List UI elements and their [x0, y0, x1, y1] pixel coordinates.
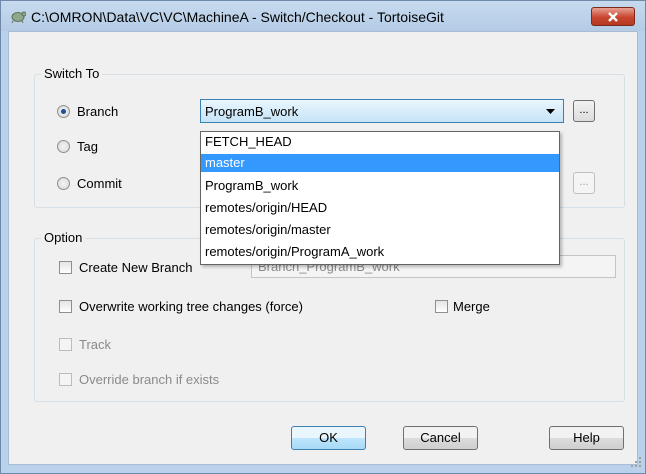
commit-radio[interactable] [57, 177, 70, 190]
commit-radio-label[interactable]: Commit [77, 176, 122, 191]
branch-dropdown-list: FETCH_HEAD master ProgramB_work remotes/… [200, 131, 560, 265]
title-bar[interactable]: C:\OMRON\Data\VC\VC\MachineA - Switch/Ch… [1, 1, 645, 31]
branch-radio-label[interactable]: Branch [77, 104, 118, 119]
option-group-label: Option [41, 230, 86, 245]
tag-radio-label[interactable]: Tag [77, 139, 98, 154]
override-label[interactable]: Override branch if exists [79, 372, 219, 387]
overwrite-label[interactable]: Overwrite working tree changes (force) [79, 299, 303, 314]
window-title: C:\OMRON\Data\VC\VC\MachineA - Switch/Ch… [31, 9, 444, 25]
track-checkbox[interactable] [59, 338, 72, 351]
branch-browse-button[interactable]: ... [573, 100, 595, 122]
dropdown-item[interactable]: remotes/origin/HEAD [201, 199, 559, 217]
track-label[interactable]: Track [79, 337, 111, 352]
merge-checkbox[interactable] [435, 300, 448, 313]
help-button[interactable]: Help [549, 426, 624, 450]
close-button[interactable] [591, 7, 635, 26]
tag-radio[interactable] [57, 140, 70, 153]
dropdown-item[interactable]: FETCH_HEAD [201, 133, 559, 151]
branch-select[interactable]: ProgramB_work [200, 99, 564, 123]
create-new-branch-label[interactable]: Create New Branch [79, 260, 192, 275]
dropdown-item[interactable]: remotes/origin/master [201, 221, 559, 239]
ok-button[interactable]: OK [291, 426, 366, 450]
resize-grip-icon[interactable] [630, 456, 642, 468]
cancel-button[interactable]: Cancel [403, 426, 478, 450]
dropdown-item-highlighted[interactable]: master [201, 154, 559, 172]
switch-to-group-label: Switch To [41, 66, 103, 81]
override-checkbox[interactable] [59, 373, 72, 386]
merge-label[interactable]: Merge [453, 299, 490, 314]
branch-select-value: ProgramB_work [205, 104, 299, 119]
dropdown-item[interactable]: remotes/origin/ProgramA_work [201, 243, 559, 261]
chevron-down-icon [546, 109, 555, 114]
create-new-branch-checkbox[interactable] [59, 261, 72, 274]
branch-radio[interactable] [57, 105, 70, 118]
overwrite-checkbox[interactable] [59, 300, 72, 313]
tortoisegit-icon [11, 11, 26, 23]
close-icon [608, 12, 618, 22]
dropdown-item[interactable]: ProgramB_work [201, 177, 559, 195]
commit-browse-button[interactable]: ... [573, 172, 595, 194]
